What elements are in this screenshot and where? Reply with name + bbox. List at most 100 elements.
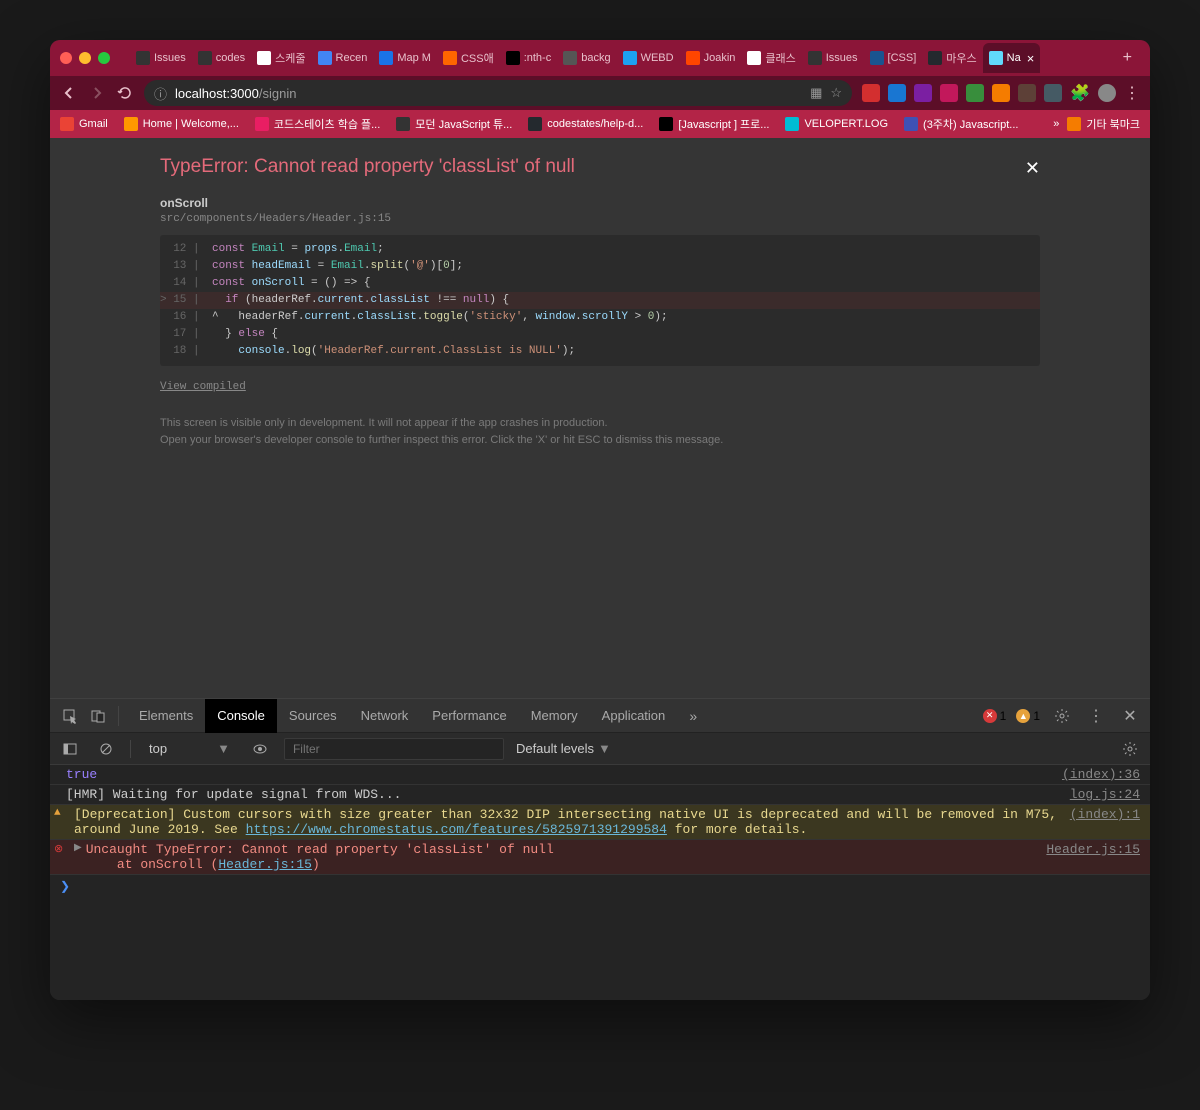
warning-count-badge[interactable]: ▲1 bbox=[1016, 709, 1040, 723]
profile-avatar[interactable] bbox=[1098, 84, 1116, 102]
console-source-link[interactable]: (index):36 bbox=[1062, 767, 1140, 782]
code-line: 12 | const Email = props.Email; bbox=[160, 241, 1040, 258]
forward-button[interactable] bbox=[88, 84, 106, 102]
bookmark-item[interactable]: 코드스테이츠 학습 플... bbox=[255, 116, 380, 132]
devtools-tab-console[interactable]: Console bbox=[205, 699, 277, 733]
devtools-tab-application[interactable]: Application bbox=[590, 699, 678, 733]
minimize-window-button[interactable] bbox=[79, 52, 91, 64]
more-tabs-icon[interactable]: » bbox=[681, 704, 705, 728]
star-icon[interactable]: ☆ bbox=[830, 85, 842, 101]
devtools-tab-network[interactable]: Network bbox=[349, 699, 421, 733]
extension-icon[interactable] bbox=[940, 84, 958, 102]
titlebar: Issuescodes스케줄RecenMap MCSS애:nth-cbackgW… bbox=[50, 40, 1150, 76]
console-settings-icon[interactable] bbox=[1118, 737, 1142, 761]
traffic-lights bbox=[60, 52, 110, 64]
browser-tab[interactable]: [CSS] bbox=[864, 43, 923, 73]
bookmark-favicon-icon bbox=[124, 117, 138, 131]
browser-tab[interactable]: Issues bbox=[802, 43, 864, 73]
bookmark-item[interactable]: [Javascript ] 프로... bbox=[659, 116, 769, 132]
extension-icon[interactable] bbox=[862, 84, 880, 102]
view-compiled-link[interactable]: View compiled bbox=[160, 381, 246, 393]
expand-icon[interactable]: ▶ bbox=[74, 842, 82, 872]
bookmark-item[interactable]: VELOPERT.LOG bbox=[785, 117, 888, 131]
devtools-tab-elements[interactable]: Elements bbox=[127, 699, 205, 733]
browser-tab[interactable]: Joakin bbox=[680, 43, 742, 73]
favicon-icon bbox=[257, 51, 271, 65]
error-count-badge[interactable]: ✕1 bbox=[983, 709, 1007, 723]
devtools-tab-performance[interactable]: Performance bbox=[420, 699, 518, 733]
tab-label: Map M bbox=[397, 52, 431, 64]
extension-icon[interactable] bbox=[914, 84, 932, 102]
bookmark-label: codestates/help-d... bbox=[547, 118, 643, 130]
reload-button[interactable] bbox=[116, 84, 134, 102]
extension-icon[interactable] bbox=[1018, 84, 1036, 102]
maximize-window-button[interactable] bbox=[98, 52, 110, 64]
bookmark-item[interactable]: (3주차) Javascript... bbox=[904, 116, 1018, 132]
browser-tab[interactable]: Recen bbox=[312, 43, 374, 73]
close-tab-icon[interactable]: × bbox=[1027, 51, 1035, 66]
tab-label: CSS애 bbox=[461, 50, 494, 66]
console-prompt[interactable]: ❯ bbox=[50, 875, 1150, 898]
translate-icon[interactable]: ▦ bbox=[810, 85, 822, 101]
browser-tab[interactable]: codes bbox=[192, 43, 251, 73]
browser-tab[interactable]: 스케줄 bbox=[251, 43, 311, 73]
browser-tab[interactable]: backg bbox=[557, 43, 616, 73]
console-message: ▲[Deprecation] Custom cursors with size … bbox=[50, 805, 1150, 840]
console-source-link[interactable]: log.js:24 bbox=[1070, 787, 1140, 802]
browser-tab[interactable]: Map M bbox=[373, 43, 437, 73]
extensions-menu-icon[interactable]: 🧩 bbox=[1070, 83, 1090, 103]
bookmark-label: VELOPERT.LOG bbox=[804, 118, 888, 130]
close-window-button[interactable] bbox=[60, 52, 72, 64]
favicon-icon bbox=[808, 51, 822, 65]
bookmark-item[interactable]: 모던 JavaScript 튜... bbox=[396, 116, 512, 132]
devtools-settings-icon[interactable] bbox=[1050, 704, 1074, 728]
extension-icon[interactable] bbox=[1044, 84, 1062, 102]
devtools-tab-sources[interactable]: Sources bbox=[277, 699, 349, 733]
execution-context-select[interactable]: top▼ bbox=[143, 741, 236, 756]
bookmarks-overflow-icon[interactable]: » bbox=[1053, 118, 1059, 130]
back-button[interactable] bbox=[60, 84, 78, 102]
console-link[interactable]: https://www.chromestatus.com/features/58… bbox=[246, 822, 667, 837]
console-source-link[interactable]: Header.js:15 bbox=[1046, 842, 1140, 872]
browser-tab[interactable]: 클래스 bbox=[741, 43, 801, 73]
bookmark-item[interactable]: Home | Welcome,... bbox=[124, 117, 239, 131]
dismiss-error-button[interactable]: ✕ bbox=[1025, 158, 1040, 179]
inspect-element-icon[interactable] bbox=[58, 704, 82, 728]
console-source-link[interactable]: (index):1 bbox=[1070, 807, 1140, 837]
live-expression-icon[interactable] bbox=[248, 737, 272, 761]
browser-tab[interactable]: Issues bbox=[130, 43, 192, 73]
error-function: onScroll bbox=[160, 196, 1040, 210]
extension-icon[interactable] bbox=[992, 84, 1010, 102]
console-filter-input[interactable] bbox=[284, 738, 504, 760]
console-link[interactable]: Header.js:15 bbox=[218, 857, 312, 872]
bookmark-favicon-icon bbox=[785, 117, 799, 131]
bookmark-item[interactable]: Gmail bbox=[60, 117, 108, 131]
browser-tab[interactable]: :nth-c bbox=[500, 43, 558, 73]
log-levels-select[interactable]: Default levels▼ bbox=[516, 741, 611, 756]
tab-label: Joakin bbox=[704, 52, 736, 64]
device-toolbar-icon[interactable] bbox=[86, 704, 110, 728]
warning-icon: ▲ bbox=[54, 807, 70, 837]
devtools-close-icon[interactable]: ✕ bbox=[1118, 704, 1142, 728]
favicon-icon bbox=[136, 51, 150, 65]
devtools-tab-memory[interactable]: Memory bbox=[519, 699, 590, 733]
bookmark-favicon-icon bbox=[528, 117, 542, 131]
devtools-menu-icon[interactable]: ⋮ bbox=[1084, 704, 1108, 728]
extension-icon[interactable] bbox=[966, 84, 984, 102]
clear-console-icon[interactable] bbox=[94, 737, 118, 761]
browser-tab[interactable]: WEBD bbox=[617, 43, 680, 73]
menu-icon[interactable]: ⋮ bbox=[1124, 83, 1140, 103]
favicon-icon bbox=[318, 51, 332, 65]
other-bookmarks[interactable]: 기타 북마크 bbox=[1067, 116, 1140, 132]
bookmarks-bar: Gmail Home | Welcome,... 코드스테이츠 학습 플... 모던 … bbox=[50, 110, 1150, 138]
address-bar[interactable]: ⓘ localhost:3000/signin ▦ ☆ bbox=[144, 80, 852, 106]
browser-tab[interactable]: 마우스 bbox=[922, 43, 982, 73]
console-sidebar-toggle-icon[interactable] bbox=[58, 737, 82, 761]
browser-tab[interactable]: CSS애 bbox=[437, 43, 500, 73]
new-tab-button[interactable]: + bbox=[1115, 49, 1140, 67]
extension-icon[interactable] bbox=[888, 84, 906, 102]
bookmark-item[interactable]: codestates/help-d... bbox=[528, 117, 643, 131]
bookmark-label: (3주차) Javascript... bbox=[923, 116, 1018, 132]
site-info-icon[interactable]: ⓘ bbox=[154, 84, 167, 103]
browser-tab[interactable]: Na× bbox=[983, 43, 1041, 73]
